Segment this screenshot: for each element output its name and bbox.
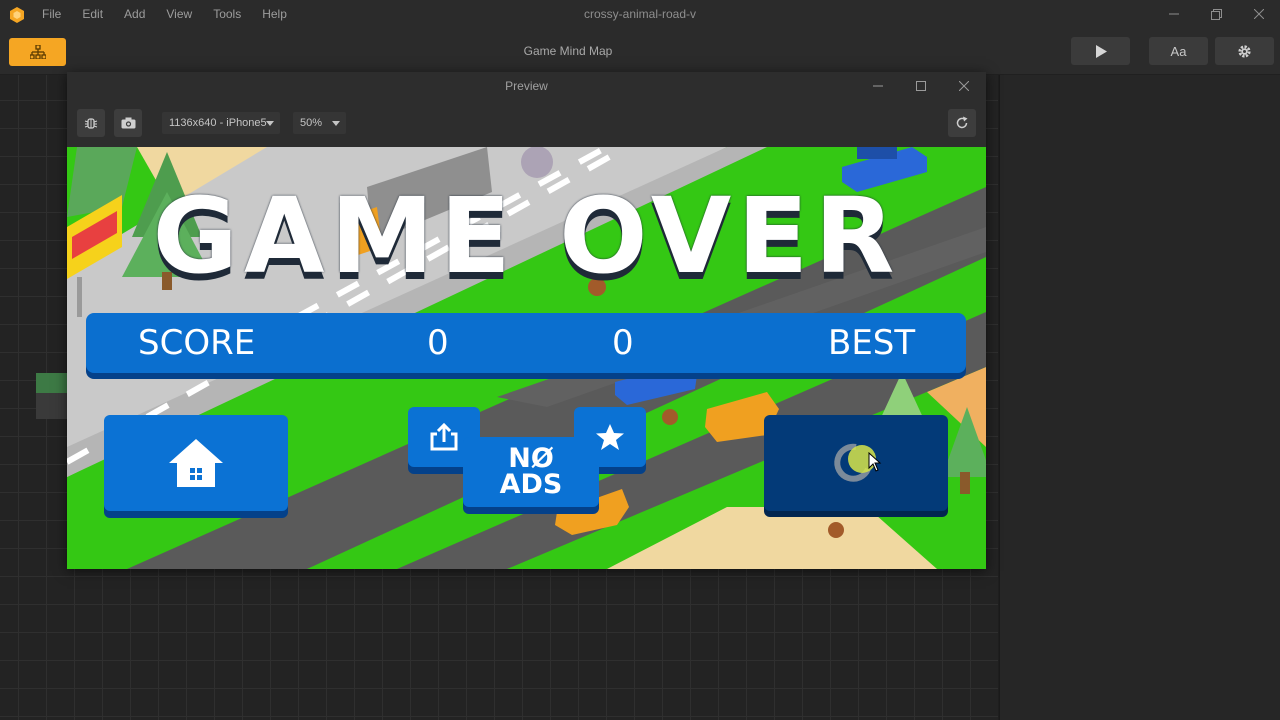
screenshot-button[interactable] — [114, 109, 142, 137]
minimize-icon — [873, 85, 883, 87]
score-label: SCORE — [138, 323, 256, 363]
maximize-icon — [916, 81, 926, 91]
menu-help[interactable]: Help — [262, 7, 287, 21]
car-roof — [857, 147, 897, 159]
menu-bar: File Edit Add View Tools Help — [42, 0, 308, 28]
mind-map-node[interactable] — [36, 373, 70, 419]
tree-trunk — [960, 472, 970, 494]
minimize-button[interactable] — [1154, 0, 1194, 28]
resolution-select[interactable]: 1136x640 - iPhone5 — [162, 112, 280, 134]
menu-add[interactable]: Add — [124, 7, 145, 21]
preview-title: Preview — [505, 79, 548, 93]
menu-view[interactable]: View — [166, 7, 192, 21]
font-button[interactable]: Aa — [1149, 37, 1208, 65]
properties-panel — [999, 75, 1280, 720]
game-viewport[interactable]: GAME OVER SCORE 0 0 BEST NØ ADS — [67, 147, 986, 569]
sand-patch — [607, 507, 937, 569]
preview-maximize-button[interactable] — [901, 72, 941, 100]
close-icon — [959, 81, 969, 91]
play-button[interactable] — [1071, 37, 1130, 65]
best-label: BEST — [828, 323, 916, 363]
share-icon — [430, 422, 458, 451]
score-bar: SCORE 0 0 BEST — [86, 313, 966, 373]
resolution-value: 1136x640 - iPhone5 — [169, 117, 267, 129]
toolbar-title: Game Mind Map — [523, 44, 613, 58]
cupcake — [662, 409, 678, 425]
no-ads-line2: ADS — [499, 469, 563, 500]
home-button[interactable] — [104, 415, 288, 511]
camera-icon — [121, 117, 135, 129]
smoke — [521, 147, 553, 178]
cupcake — [828, 522, 844, 538]
chevron-down-icon — [266, 121, 274, 126]
cursor-icon — [868, 452, 882, 472]
refresh-button[interactable] — [948, 109, 976, 137]
star-icon — [596, 424, 624, 450]
gear-icon — [1238, 44, 1251, 58]
chevron-down-icon — [332, 121, 340, 126]
play-icon — [1095, 44, 1107, 58]
home-icon — [169, 439, 223, 487]
main-toolbar: Game Mind Map Aa — [0, 28, 1280, 75]
zoom-value: 50% — [300, 117, 323, 129]
minimize-icon — [1169, 13, 1179, 15]
menu-file[interactable]: File — [42, 7, 61, 21]
restore-icon — [1210, 8, 1222, 20]
preview-close-button[interactable] — [944, 72, 984, 100]
debug-button[interactable] — [77, 109, 105, 137]
restart-button[interactable] — [764, 415, 948, 511]
refresh-icon — [956, 116, 968, 129]
preview-minimize-button[interactable] — [858, 72, 898, 100]
app-logo-icon — [10, 7, 24, 23]
preview-window: Preview 1136x640 - iPhone5 50% GAME OVER… — [67, 72, 986, 569]
best-value: 0 — [612, 323, 634, 363]
close-icon — [1254, 9, 1264, 19]
title-bar: File Edit Add View Tools Help crossy-ani… — [0, 0, 1280, 28]
menu-edit[interactable]: Edit — [82, 7, 103, 21]
settings-button[interactable] — [1215, 37, 1274, 65]
score-value: 0 — [427, 323, 449, 363]
game-over-title: GAME OVER — [152, 175, 901, 297]
debug-icon — [84, 118, 98, 129]
no-ads-button[interactable]: NØ ADS — [463, 437, 599, 507]
close-button[interactable] — [1239, 0, 1279, 28]
zoom-select[interactable]: 50% — [293, 112, 346, 134]
restore-button[interactable] — [1196, 0, 1236, 28]
menu-tools[interactable]: Tools — [213, 7, 241, 21]
